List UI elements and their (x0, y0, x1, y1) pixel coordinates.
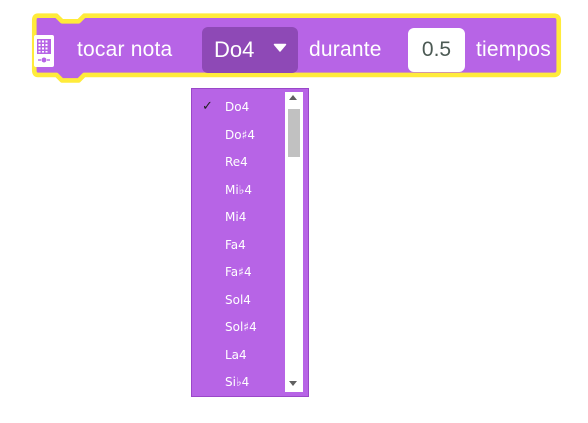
selected-note-value: Do4 (214, 37, 255, 62)
play-note-label: tocar nota (77, 38, 173, 61)
menu-item-label: Do4 (225, 100, 250, 114)
scroll-down-arrow-icon[interactable] (289, 381, 297, 386)
menu-item-label: Do♯4 (225, 127, 256, 142)
menu-item-label: Fa4 (225, 237, 246, 252)
menu-item-label: Si♭4 (225, 375, 250, 389)
menu-scrollbar[interactable] (285, 92, 303, 392)
menu-item-label: La4 (225, 347, 247, 362)
menu-item-note[interactable]: La4 (192, 344, 288, 368)
note-dropdown[interactable]: Do4 (202, 27, 298, 73)
menu-item-label: Fa♯4 (225, 265, 252, 279)
beats-label: tiempos (476, 38, 551, 61)
duration-input[interactable]: 0.5 (408, 28, 465, 72)
menu-item-label: Re4 (225, 155, 248, 169)
scroll-up-arrow-icon[interactable] (289, 95, 297, 100)
menu-item-note[interactable]: Mi4 (192, 206, 288, 230)
menu-item-note[interactable]: Sol4 (192, 289, 288, 313)
device-icon (34, 35, 54, 67)
menu-item-label: Sol4 (225, 292, 251, 307)
checkmark-icon: ✓ (202, 99, 213, 114)
menu-item-note[interactable]: Sol♯4 (192, 316, 288, 340)
menu-item-note[interactable]: Fa4 (192, 234, 288, 258)
caret-down-icon (273, 43, 287, 52)
menu-item-note[interactable]: Re4 (192, 151, 288, 175)
menu-item-label: Mi♭4 (225, 182, 252, 197)
during-label: durante (309, 38, 382, 61)
canvas: tocar nota Do4 durante 0.5 tiempos ✓ Do4 D… (0, 0, 588, 423)
menu-item-note[interactable]: Do♯4 (192, 124, 288, 148)
menu-item-note[interactable]: Fa♯4 (192, 261, 288, 285)
menu-item-note[interactable]: ✓ Do4 (192, 96, 288, 120)
menu-item-note[interactable]: Si♭4 (192, 371, 288, 395)
scroll-thumb[interactable] (288, 109, 300, 157)
menu-item-label: Sol♯4 (225, 320, 257, 334)
menu-item-label: Mi4 (225, 210, 247, 224)
menu-item-note[interactable]: Mi♭4 (192, 179, 288, 203)
